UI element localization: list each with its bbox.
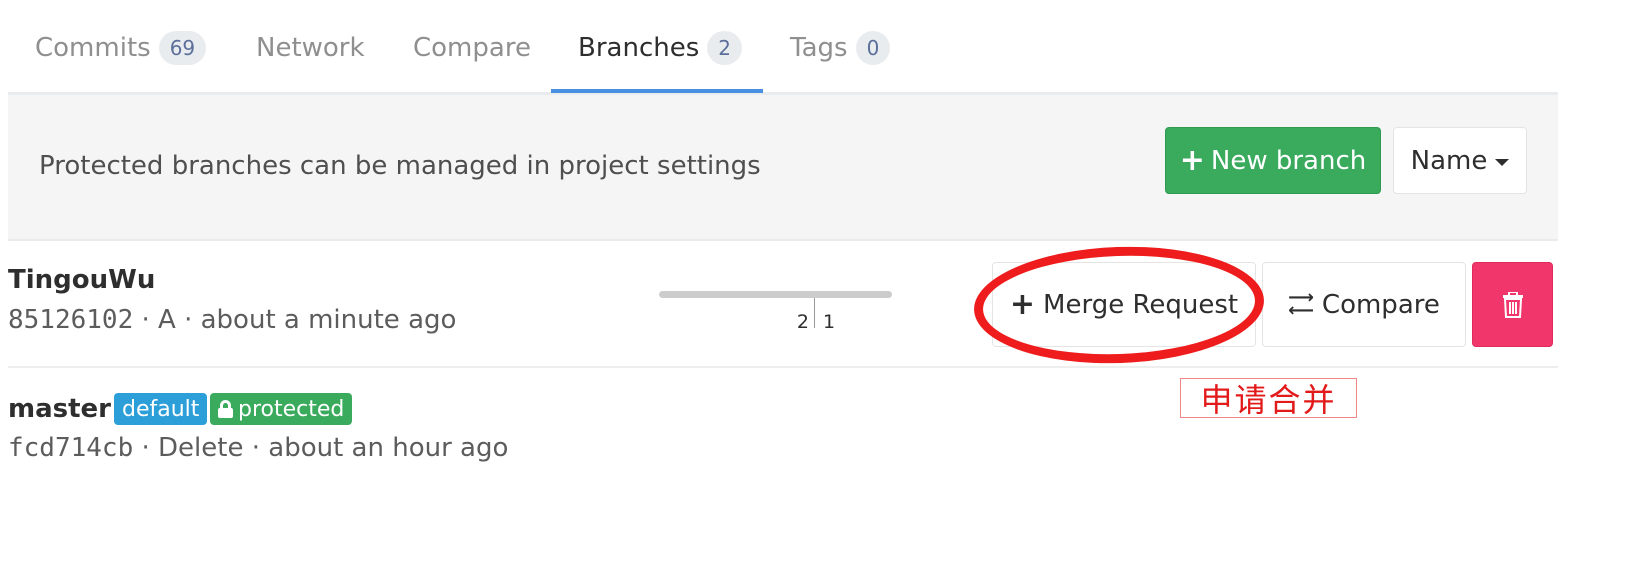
commits-ahead-count: 1 [823,311,836,333]
separator: · [141,433,150,463]
merge-request-label: Merge Request [1043,289,1239,320]
active-tab-indicator [551,89,763,93]
tab-label: Branches [578,32,700,63]
compare-button[interactable]: ⟶ ⟵ Compare [1262,262,1466,347]
commit-sha-link[interactable]: fcd714cb [8,433,133,463]
commit-time: about a minute ago [200,305,457,335]
divergence-graph: 2 1 [659,291,892,341]
tab-label: Tags [790,32,848,63]
commit-sha-link[interactable]: 85126102 [8,305,133,335]
branch-tabs: Commits 69 Network Compare Branches 2 Ta… [8,0,1558,95]
sort-label: Name [1410,145,1488,176]
branch-name-link[interactable]: master [8,394,111,424]
sort-dropdown[interactable]: Name [1393,127,1527,194]
separator: · [251,433,260,463]
commits-behind-count: 2 [796,311,809,333]
branch-name-link[interactable]: TingouWu [8,265,155,295]
commit-message-link[interactable]: Delete [158,433,243,463]
tab-network[interactable]: Network [256,0,365,95]
swap-icon: ⟶ ⟵ [1288,287,1314,321]
tab-branches[interactable]: Branches 2 [578,0,742,95]
plus-icon: + [1009,286,1036,322]
trash-icon [1502,291,1523,318]
branch-row: TingouWu 85126102 · A · about a minute a… [8,241,1558,368]
new-branch-label: New branch [1210,145,1367,176]
commit-info: 85126102 · A · about a minute ago [8,305,456,335]
tab-compare[interactable]: Compare [413,0,531,95]
tab-label: Network [256,32,365,63]
protected-notice: Protected branches can be managed in pro… [39,151,761,181]
commit-message-link[interactable]: A [158,305,176,335]
default-badge: default [114,393,208,425]
new-branch-button[interactable]: + New branch [1165,127,1381,194]
merge-request-button[interactable]: + Merge Request [992,262,1256,347]
count-badge: 69 [158,30,207,65]
commit-time: about an hour ago [268,433,509,463]
divergence-separator [814,298,815,328]
badge-label: protected [238,396,345,422]
separator: · [141,305,150,335]
tab-label: Compare [413,32,531,63]
plus-icon: + [1179,142,1205,178]
tab-commits[interactable]: Commits 69 [35,0,207,95]
count-badge: 0 [855,30,891,65]
separator: · [184,305,193,335]
lock-icon [218,400,233,418]
tab-label: Commits [35,32,151,63]
branches-toolbar: Protected branches can be managed in pro… [8,95,1558,241]
divergence-bar [659,291,892,298]
badge-label: default [122,396,200,422]
count-badge: 2 [707,30,742,65]
commit-info: fcd714cb · Delete · about an hour ago [8,433,508,463]
protected-badge: protected [210,393,353,425]
annotation-label: 申请合并 [1180,378,1357,419]
compare-label: Compare [1321,289,1440,320]
caret-down-icon [1495,158,1510,166]
delete-branch-button[interactable] [1472,262,1553,347]
tab-tags[interactable]: Tags 0 [790,0,891,95]
